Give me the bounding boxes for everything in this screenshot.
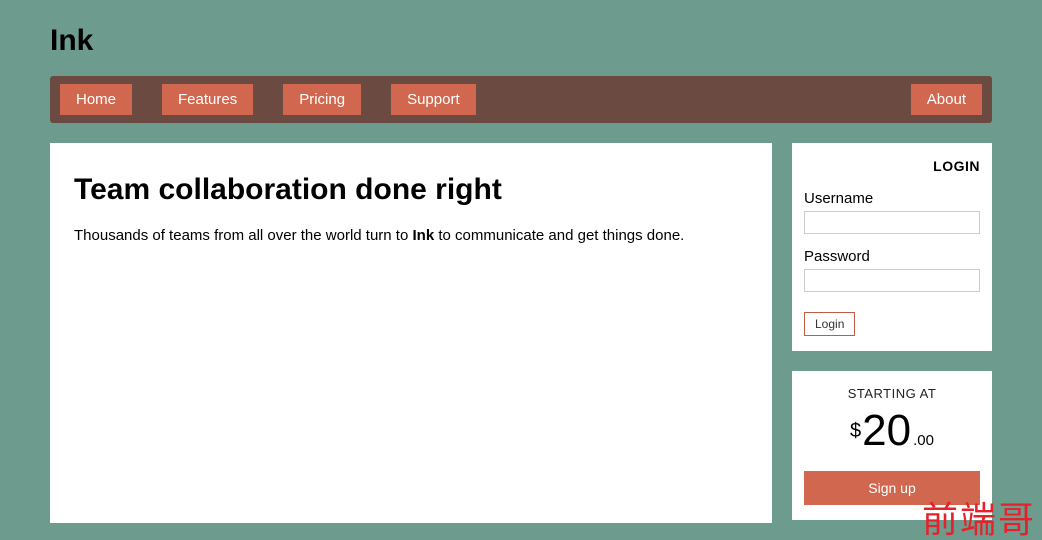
- content-row: Team collaboration done right Thousands …: [50, 143, 992, 523]
- price: $ 20 .00: [804, 409, 980, 453]
- password-input[interactable]: [804, 269, 980, 292]
- nav-support[interactable]: Support: [391, 84, 476, 115]
- para-prefix: Thousands of teams from all over the wor…: [74, 227, 413, 244]
- nav-left: Home Features Pricing Support: [60, 84, 476, 115]
- nav-features[interactable]: Features: [162, 84, 253, 115]
- nav-home[interactable]: Home: [60, 84, 132, 115]
- para-suffix: to communicate and get things done.: [434, 227, 684, 244]
- pricing-panel: STARTING AT $ 20 .00 Sign up: [792, 371, 992, 520]
- login-panel: LOGIN Username Password Login: [792, 143, 992, 351]
- login-button[interactable]: Login: [804, 312, 855, 336]
- para-bold: Ink: [413, 227, 435, 244]
- username-label: Username: [804, 190, 980, 207]
- main-panel: Team collaboration done right Thousands …: [50, 143, 772, 523]
- cents: .00: [913, 432, 934, 449]
- navbar: Home Features Pricing Support About: [50, 76, 992, 123]
- nav-about[interactable]: About: [911, 84, 982, 115]
- login-title: LOGIN: [804, 158, 980, 174]
- amount: 20: [862, 409, 911, 453]
- sidebar: LOGIN Username Password Login STARTING A…: [792, 143, 992, 523]
- username-input[interactable]: [804, 211, 980, 234]
- brand-title: Ink: [50, 24, 992, 58]
- main-paragraph: Thousands of teams from all over the wor…: [74, 227, 748, 244]
- currency: $: [850, 420, 861, 443]
- signup-button[interactable]: Sign up: [804, 471, 980, 505]
- nav-pricing[interactable]: Pricing: [283, 84, 361, 115]
- password-label: Password: [804, 248, 980, 265]
- starting-label: STARTING AT: [804, 386, 980, 401]
- main-heading: Team collaboration done right: [74, 173, 748, 207]
